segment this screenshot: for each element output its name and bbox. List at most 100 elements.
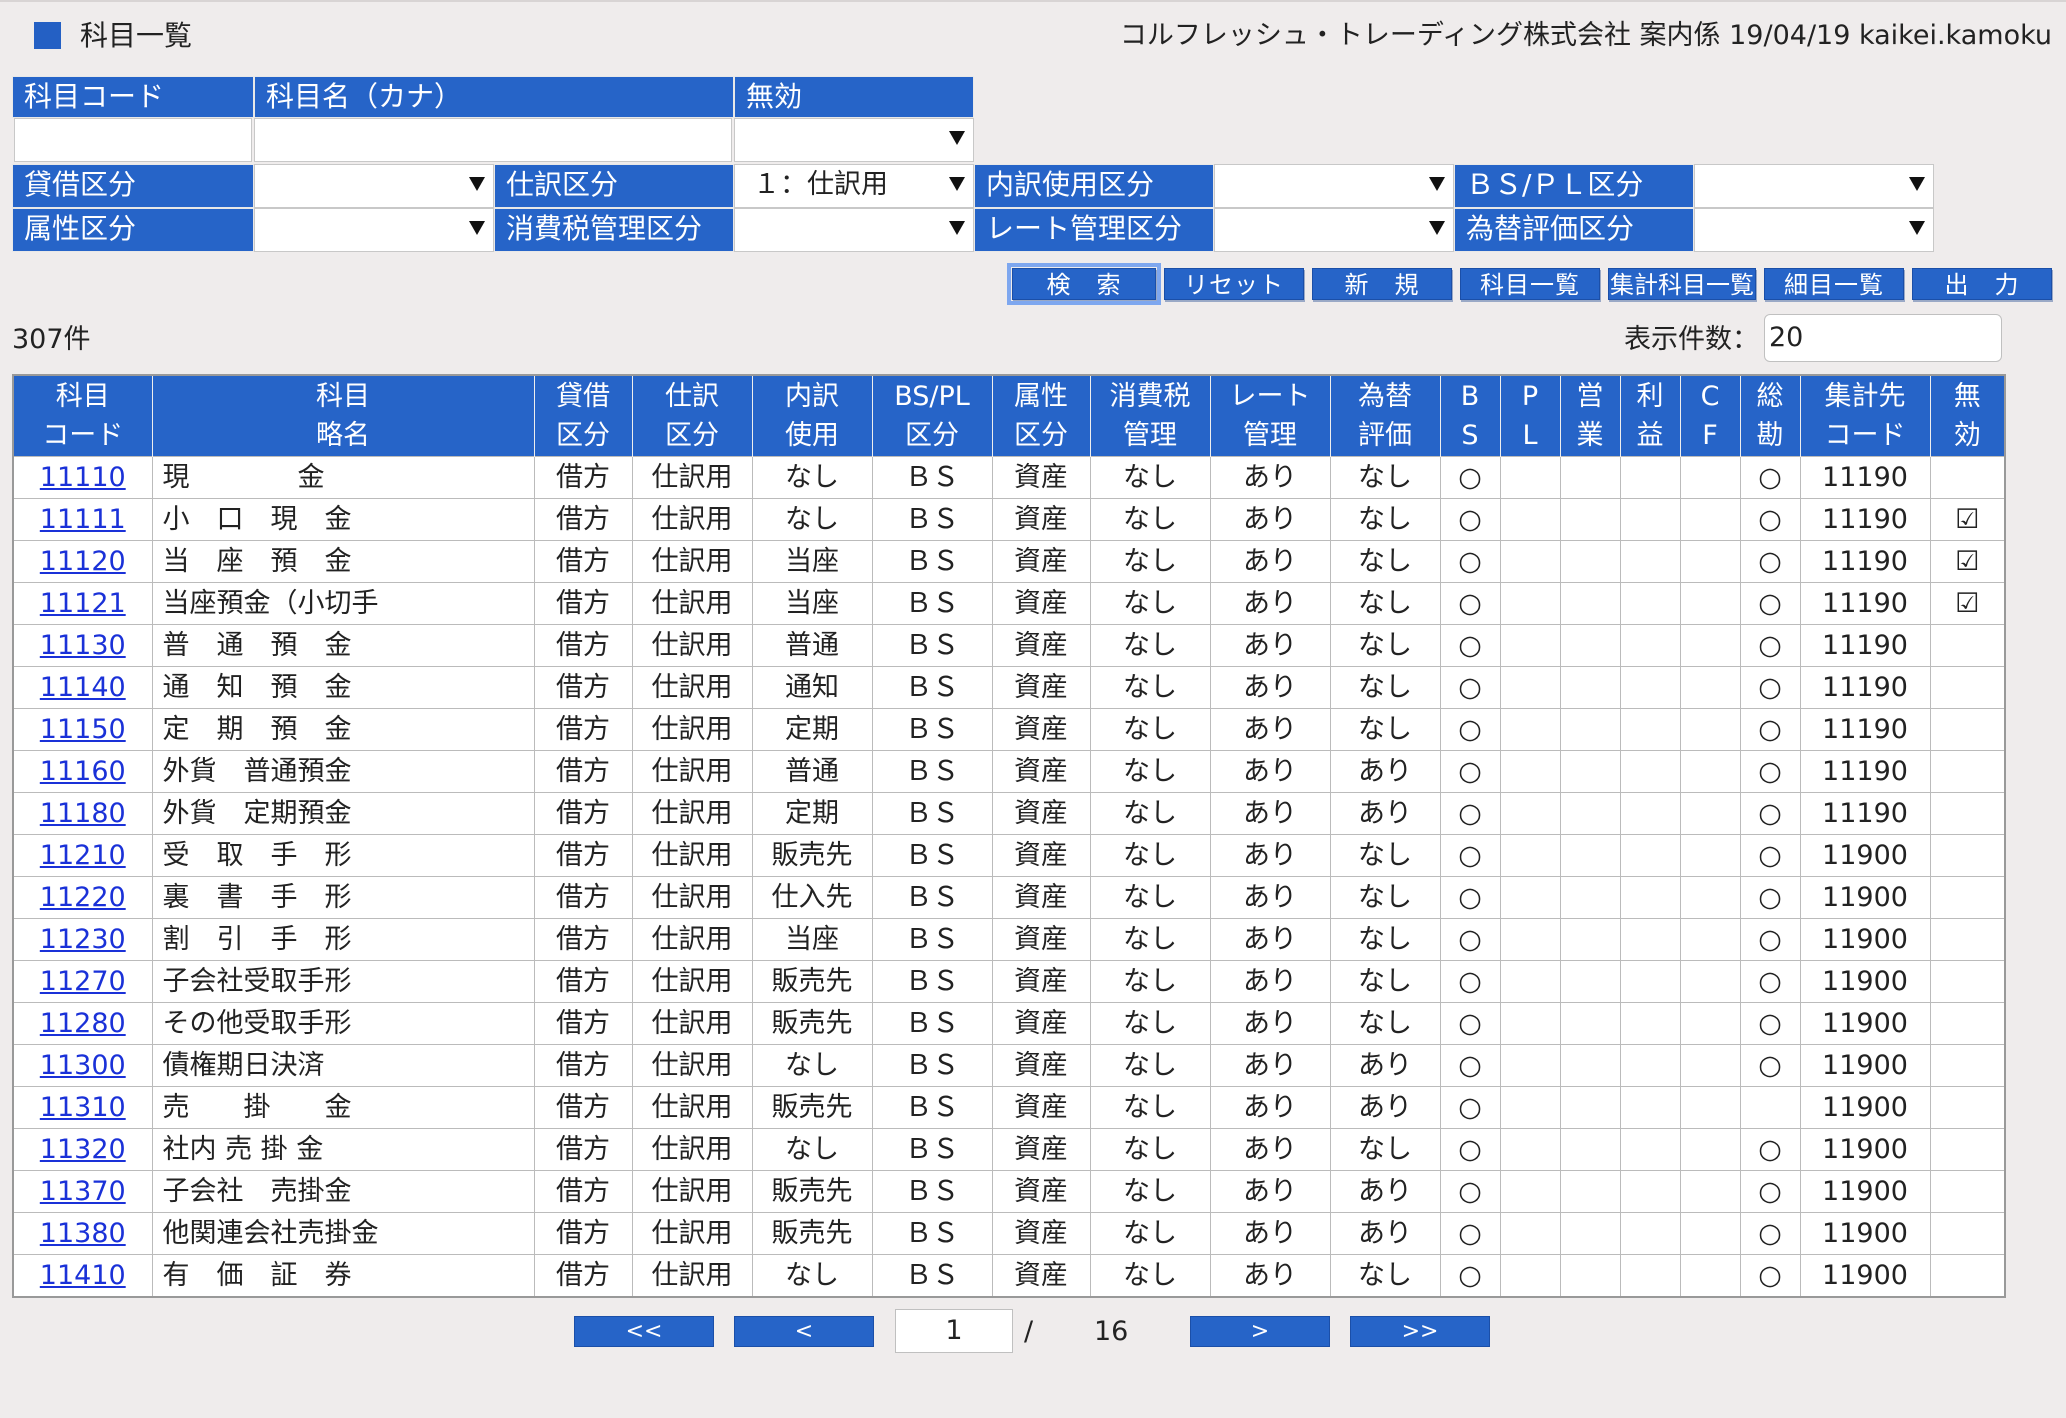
next-page-button[interactable]: > xyxy=(1190,1316,1330,1347)
uchiwake-select[interactable] xyxy=(1214,164,1454,208)
kamoku-code-link[interactable]: 11121 xyxy=(40,588,126,619)
kamoku-code-link[interactable]: 11150 xyxy=(40,714,126,745)
cell-taishaku: 借方 xyxy=(533,960,632,1003)
cell-uchiwake: なし xyxy=(751,1128,872,1171)
kamoku-code-link[interactable]: 11180 xyxy=(40,798,126,829)
saimoku-list-button[interactable]: 細目一覧 xyxy=(1764,268,1904,300)
cell-bspl: ＢＳ xyxy=(871,708,992,751)
kana-label: 科目名（カナ） xyxy=(254,76,734,118)
kamoku-code-link[interactable]: 11280 xyxy=(40,1008,126,1039)
output-button[interactable]: 出 力 xyxy=(1912,268,2052,300)
cell-bs: ○ xyxy=(1439,540,1500,583)
cell-shiwake: 仕訳用 xyxy=(631,624,752,667)
cell-bspl: ＢＳ xyxy=(871,1002,992,1045)
zokusei-select[interactable] xyxy=(254,208,494,252)
column-header-line1: 仕訳 xyxy=(665,381,719,412)
code-input[interactable] xyxy=(14,118,252,162)
table-row: 11310 売 掛 金借方 仕訳用 販売先 ＢＳ 資産 なし あり あり ○ 11900 xyxy=(12,1086,2005,1129)
column-header-line1: 消費税 xyxy=(1109,381,1191,412)
column-header-line1: 営 xyxy=(1576,381,1604,412)
kamoku-code-link[interactable]: 11370 xyxy=(40,1176,126,1207)
page-size-input[interactable]: 20 xyxy=(1764,314,2002,362)
cell-uchiwake: なし xyxy=(751,498,872,541)
kana-input[interactable] xyxy=(254,118,732,162)
cell-eigyo xyxy=(1559,1044,1620,1087)
first-page-button[interactable]: << xyxy=(574,1316,714,1347)
cell-rate: あり xyxy=(1209,1044,1330,1087)
last-page-button[interactable]: >> xyxy=(1350,1316,1490,1347)
title-square-icon xyxy=(34,22,61,49)
kamoku-code-link[interactable]: 11220 xyxy=(40,882,126,913)
kamoku-code-link[interactable]: 11130 xyxy=(40,630,126,661)
rate-select[interactable] xyxy=(1214,208,1454,252)
cell-rate: あり xyxy=(1209,1128,1330,1171)
cell-eigyo xyxy=(1559,960,1620,1003)
cell-eigyo xyxy=(1559,918,1620,961)
kamoku-code-link[interactable]: 11270 xyxy=(40,966,126,997)
kamoku-code-link[interactable]: 11230 xyxy=(40,924,126,955)
column-header-line2: 益 xyxy=(1636,420,1664,451)
cell-sokan xyxy=(1739,1086,1800,1129)
cell-pl xyxy=(1499,918,1560,961)
kamoku-code-link[interactable]: 11320 xyxy=(40,1134,126,1165)
shiwake-select[interactable]: １：仕訳用 xyxy=(734,164,974,208)
cell-bs: ○ xyxy=(1439,1086,1500,1129)
cell-eigyo xyxy=(1559,876,1620,919)
cell-invalid xyxy=(1929,876,2005,919)
bspl-select[interactable] xyxy=(1694,164,1934,208)
cell-kawase: なし xyxy=(1329,834,1440,877)
cell-eigyo xyxy=(1559,582,1620,625)
cell-zokusei: 資産 xyxy=(991,708,1090,751)
kamoku-code-link[interactable]: 11140 xyxy=(40,672,126,703)
cell-sokan: ○ xyxy=(1739,498,1800,541)
cell-rieki xyxy=(1619,792,1680,835)
column-header-line2: コード xyxy=(42,420,124,451)
prev-page-button[interactable]: < xyxy=(734,1316,874,1347)
cell-taishaku: 借方 xyxy=(533,582,632,625)
column-header-name: 科目 略名 xyxy=(151,375,534,457)
kamoku-code-link[interactable]: 11380 xyxy=(40,1218,126,1249)
reset-button[interactable]: リセット xyxy=(1164,268,1304,300)
cell-shiwake: 仕訳用 xyxy=(631,876,752,919)
cell-invalid xyxy=(1929,834,2005,877)
cell-zokusei: 資産 xyxy=(991,1002,1090,1045)
kamoku-code-link[interactable]: 11120 xyxy=(40,546,126,577)
cell-bs: ○ xyxy=(1439,960,1500,1003)
kamoku-code-link[interactable]: 11110 xyxy=(40,462,126,493)
cell-name: 外貨 定期預金 xyxy=(151,792,534,835)
kamoku-code-link[interactable]: 11210 xyxy=(40,840,126,871)
cell-pl xyxy=(1499,1170,1560,1213)
cell-code: 11370 xyxy=(12,1170,152,1213)
shohizei-select[interactable] xyxy=(734,208,974,252)
kamoku-code-link[interactable]: 11111 xyxy=(40,504,126,535)
cell-shukei: 11190 xyxy=(1799,666,1930,709)
cell-taishaku: 借方 xyxy=(533,876,632,919)
cell-pl xyxy=(1499,1212,1560,1255)
cell-code: 11111 xyxy=(12,498,152,541)
kamoku-code-link[interactable]: 11310 xyxy=(40,1092,126,1123)
kamoku-code-link[interactable]: 11160 xyxy=(40,756,126,787)
cell-bs: ○ xyxy=(1439,876,1500,919)
kamoku-list-button[interactable]: 科目一覧 xyxy=(1460,268,1600,300)
cell-sokan: ○ xyxy=(1739,1002,1800,1045)
search-button[interactable]: 検 索 xyxy=(1007,263,1161,305)
cell-invalid xyxy=(1929,1002,2005,1045)
cell-bs: ○ xyxy=(1439,582,1500,625)
cell-shiwake: 仕訳用 xyxy=(631,456,752,499)
cell-shiwake: 仕訳用 xyxy=(631,1002,752,1045)
kawase-select[interactable] xyxy=(1694,208,1934,252)
cell-bspl: ＢＳ xyxy=(871,1170,992,1213)
page-number-input[interactable]: 1 xyxy=(895,1309,1013,1353)
new-button[interactable]: 新 規 xyxy=(1312,268,1452,300)
shukei-list-button[interactable]: 集計科目一覧 xyxy=(1608,268,1756,300)
kamoku-code-link[interactable]: 11410 xyxy=(40,1260,126,1291)
cell-rieki xyxy=(1619,1128,1680,1171)
cell-bs: ○ xyxy=(1439,708,1500,751)
taishaku-select[interactable] xyxy=(254,164,494,208)
invalid-select[interactable] xyxy=(734,118,974,162)
kamoku-code-link[interactable]: 11300 xyxy=(40,1050,126,1081)
cell-shukei: 11900 xyxy=(1799,1002,1930,1045)
cell-shiwake: 仕訳用 xyxy=(631,918,752,961)
cell-invalid xyxy=(1929,1086,2005,1129)
cell-cf xyxy=(1679,456,1740,499)
